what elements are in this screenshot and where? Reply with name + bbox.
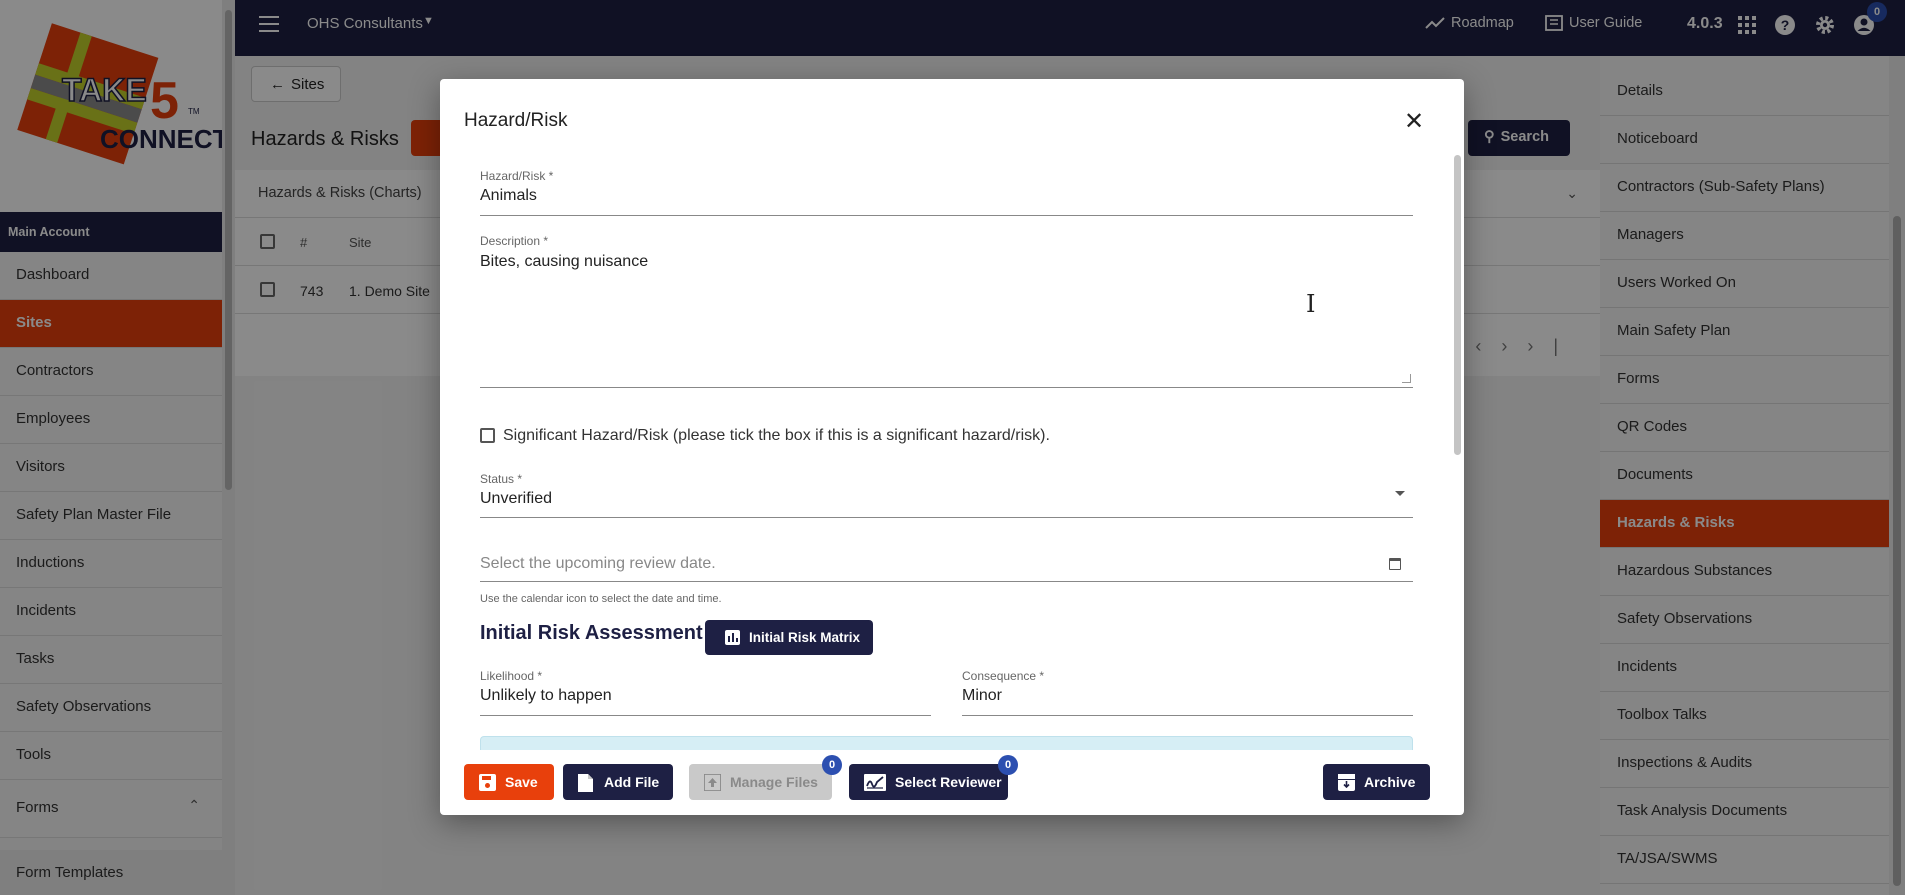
review-date-hint: Use the calendar icon to select the date… bbox=[480, 593, 722, 605]
archive-button[interactable]: Archive bbox=[1323, 764, 1430, 800]
calendar-icon[interactable] bbox=[1389, 558, 1401, 570]
consequence-label: Consequence * bbox=[962, 669, 1045, 683]
status-select[interactable]: Status * Unverified bbox=[480, 470, 1413, 518]
archive-label: Archive bbox=[1364, 774, 1416, 790]
signature-icon bbox=[864, 773, 886, 791]
significant-hazard-checkbox[interactable] bbox=[480, 428, 495, 443]
add-file-label: Add File bbox=[604, 774, 660, 790]
consequence-value: Minor bbox=[962, 687, 1003, 704]
review-date-placeholder: Select the upcoming review date. bbox=[480, 555, 716, 572]
hazard-risk-dialog: Hazard/Risk ✕ Hazard/Risk * Animals Desc… bbox=[440, 79, 1464, 815]
likelihood-label: Likelihood * bbox=[480, 669, 543, 683]
manage-files-button[interactable]: Manage Files bbox=[689, 764, 832, 800]
likelihood-select[interactable]: Likelihood * Unlikely to happen bbox=[480, 667, 931, 716]
initial-risk-matrix-label: Initial Risk Matrix bbox=[749, 630, 861, 645]
dialog-title: Hazard/Risk bbox=[464, 110, 568, 131]
dialog-scrollbar[interactable] bbox=[1451, 155, 1464, 745]
initial-risk-matrix-button[interactable]: Initial Risk Matrix bbox=[705, 620, 873, 655]
save-button[interactable]: Save bbox=[464, 764, 554, 800]
initial-risk-assessment-heading: Initial Risk Assessment bbox=[480, 622, 703, 644]
close-icon[interactable]: ✕ bbox=[1404, 110, 1424, 134]
description-value: Bites, causing nuisance bbox=[480, 253, 649, 270]
caret-down-icon bbox=[1395, 491, 1405, 496]
manage-files-count-badge: 0 bbox=[822, 755, 842, 775]
save-label: Save bbox=[505, 774, 538, 790]
hazard-risk-label: Hazard/Risk * bbox=[480, 169, 554, 183]
hazard-risk-field[interactable]: Hazard/Risk * Animals bbox=[480, 167, 1413, 216]
consequence-select[interactable]: Consequence * Minor bbox=[962, 667, 1413, 716]
save-icon bbox=[479, 773, 496, 791]
archive-box-icon bbox=[1338, 773, 1355, 791]
select-reviewer-button[interactable]: Select Reviewer bbox=[849, 764, 1008, 800]
description-label: Description * bbox=[480, 234, 549, 248]
file-icon bbox=[578, 773, 595, 792]
status-value: Unverified bbox=[480, 490, 553, 507]
text-cursor-icon: I bbox=[1306, 290, 1316, 318]
risk-rating-info-box bbox=[480, 736, 1413, 750]
likelihood-value: Unlikely to happen bbox=[480, 687, 612, 704]
review-date-input[interactable]: Select the upcoming review date. bbox=[480, 549, 1413, 582]
select-reviewer-label: Select Reviewer bbox=[895, 774, 1002, 790]
hazard-risk-value: Animals bbox=[480, 187, 537, 204]
add-file-button[interactable]: Add File bbox=[563, 764, 673, 800]
manage-files-label: Manage Files bbox=[730, 774, 818, 790]
resize-handle-icon[interactable] bbox=[1402, 374, 1411, 383]
status-label: Status * bbox=[480, 472, 523, 486]
reviewer-count-badge: 0 bbox=[998, 755, 1018, 775]
upload-file-icon bbox=[703, 772, 722, 792]
bar-chart-icon bbox=[725, 630, 740, 645]
significant-hazard-label: Significant Hazard/Risk (please tick the… bbox=[503, 427, 1050, 444]
description-textarea[interactable]: Description * Bites, causing nuisance bbox=[480, 232, 1413, 388]
